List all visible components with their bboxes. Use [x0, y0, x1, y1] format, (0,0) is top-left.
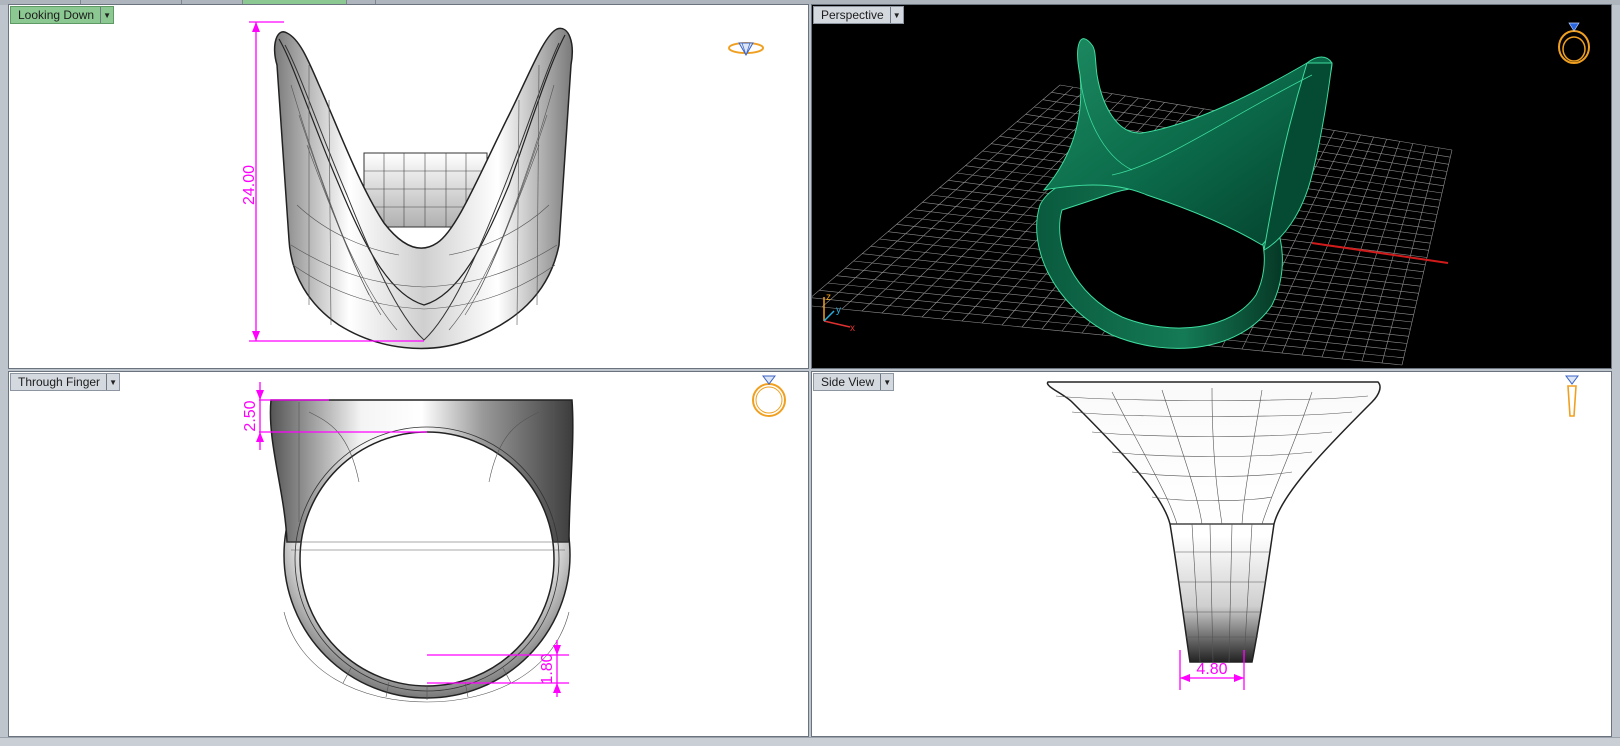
dimension-label-top: 2.50: [242, 400, 259, 431]
ring-top-view-drawing: 24.00: [241, 21, 573, 350]
axis-y-label: y: [836, 305, 841, 316]
ring-side-view-drawing: 4.80: [1046, 381, 1381, 690]
ring-perspective-icon[interactable]: [1554, 19, 1594, 67]
axis-z-label: z: [826, 292, 831, 303]
ring-front-view-drawing: 2.50 1.80: [242, 382, 574, 703]
chevron-down-icon[interactable]: ▼: [106, 374, 119, 390]
viewport-looking-down[interactable]: Looking Down ▼ 24.00: [8, 4, 809, 369]
viewport-title: Through Finger: [18, 375, 101, 389]
viewport-label[interactable]: Looking Down ▼: [10, 6, 115, 24]
ring-perspective-drawing: z y x: [812, 38, 1453, 366]
ring-side-view-icon[interactable]: [1560, 372, 1584, 422]
dimension-label: 24.00: [241, 165, 258, 205]
viewport-title: Looking Down: [18, 8, 95, 22]
viewport-perspective[interactable]: Perspective ▼ z y x: [811, 4, 1612, 369]
ring-front-view-icon[interactable]: [749, 372, 789, 422]
dimension-label: 4.80: [1196, 661, 1227, 678]
viewport-side-view[interactable]: Side View ▼ 4.80: [811, 371, 1612, 737]
dimension-label-bottom: 1.80: [539, 653, 556, 684]
viewport-title: Perspective: [821, 8, 884, 22]
viewport-label[interactable]: Side View ▼: [813, 373, 895, 391]
viewport-through-finger[interactable]: Through Finger ▼ 2.50 1.80: [8, 371, 809, 737]
viewport-label[interactable]: Perspective ▼: [813, 6, 904, 24]
viewport-title: Side View: [821, 375, 875, 389]
chevron-down-icon[interactable]: ▼: [100, 7, 113, 23]
viewport-label[interactable]: Through Finger ▼: [10, 373, 121, 391]
chevron-down-icon[interactable]: ▼: [880, 374, 893, 390]
axis-x-label: x: [850, 323, 855, 334]
ring-top-view-icon[interactable]: [726, 35, 766, 61]
chevron-down-icon[interactable]: ▼: [889, 7, 903, 23]
